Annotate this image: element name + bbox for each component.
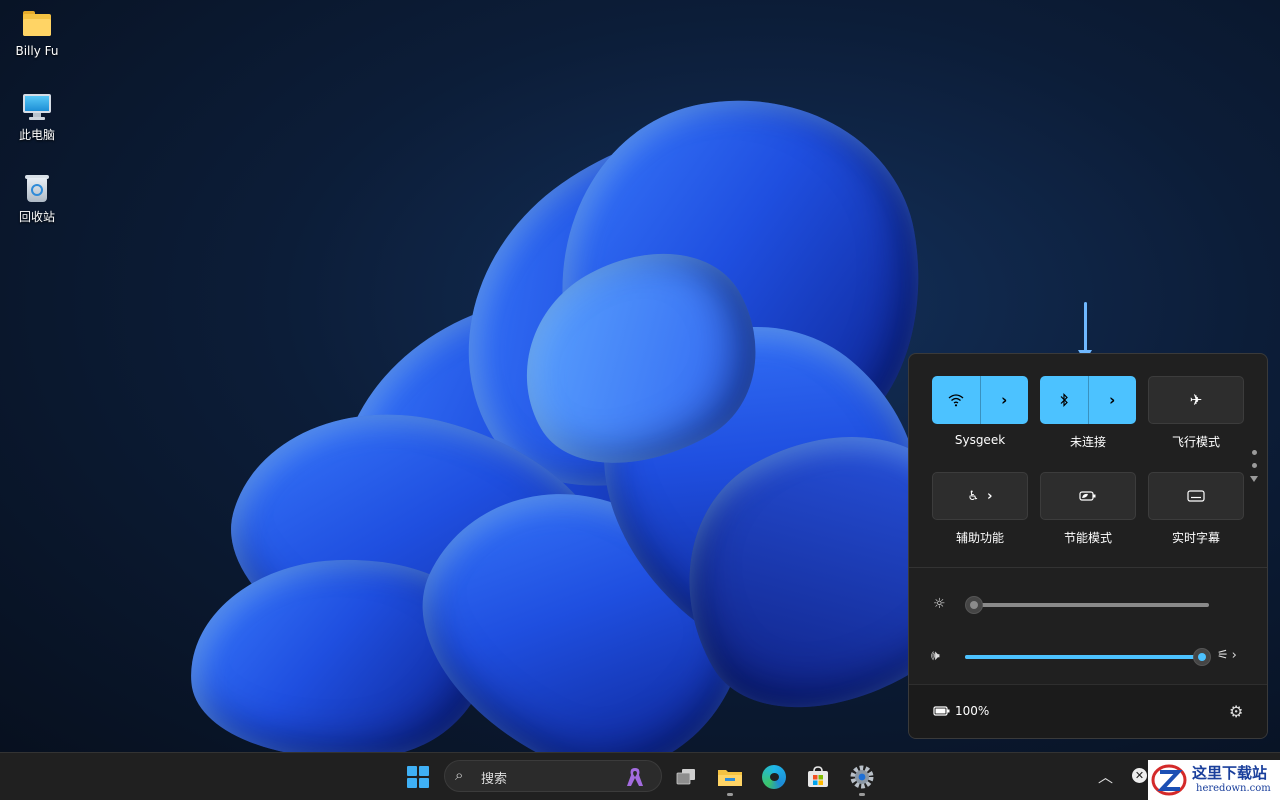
watermark-url: heredown.com <box>1196 783 1271 794</box>
file-explorer-running-indicator <box>727 793 733 796</box>
watermark-logo: 这里下载站 heredown.com <box>1148 760 1280 800</box>
volume-track-fill <box>965 655 1201 659</box>
taskbar-search[interactable]: ⌕ 搜索 <box>444 760 662 792</box>
page-dot[interactable] <box>1251 450 1257 455</box>
wifi-tile-label: Sysgeek <box>954 433 1006 447</box>
settings-running-indicator <box>859 793 865 796</box>
task-view-icon <box>676 769 695 785</box>
desktop-item-label: Billy Fu <box>15 44 59 58</box>
bluetooth-tile[interactable]: › <box>1040 376 1136 424</box>
brightness-slider-thumb[interactable] <box>965 596 983 614</box>
quick-settings-panel: › › ✈ Sysgeek 未连接 飞行模式 ♿ › 辅助功能 节能模式 实时字… <box>908 353 1268 739</box>
quick-settings-footer: 100% ⚙ <box>909 684 1267 738</box>
folder-icon <box>21 8 53 40</box>
task-view-button[interactable] <box>670 761 702 793</box>
brightness-track[interactable] <box>973 603 1209 607</box>
edge-button[interactable] <box>758 761 790 793</box>
settings-button[interactable] <box>846 761 878 793</box>
bluetooth-tile-label: 未连接 <box>1069 435 1106 449</box>
show-hidden-icons-chevron-icon[interactable]: ︿ <box>1098 766 1113 787</box>
page-down-icon[interactable] <box>1250 476 1258 482</box>
energy-saver-icon <box>1079 491 1096 501</box>
battery-status[interactable]: 100% <box>933 704 989 718</box>
search-icon: ⌕ <box>455 766 464 784</box>
page-dot[interactable] <box>1251 463 1257 468</box>
start-button[interactable] <box>402 761 434 793</box>
airplane-mode-tile[interactable]: ✈ <box>1148 376 1244 424</box>
file-explorer-button[interactable] <box>714 761 746 793</box>
desktop-item-recycle-bin[interactable]: 回收站 <box>8 172 66 225</box>
microsoft-store-button[interactable] <box>802 761 834 793</box>
close-circle-icon[interactable]: ✕ <box>1132 768 1147 783</box>
quick-settings-pager[interactable] <box>1248 450 1260 482</box>
battery-percent: 100% <box>955 704 990 718</box>
desktop-item-label: 回收站 <box>18 210 55 224</box>
live-captions-tile-label: 实时字幕 <box>1171 531 1220 545</box>
store-icon <box>808 766 828 787</box>
airplane-icon: ✈ <box>1189 391 1203 409</box>
wifi-tile[interactable]: › <box>932 376 1028 424</box>
search-placeholder: 搜索 <box>481 772 508 787</box>
bluetooth-expand-chevron-icon[interactable]: › <box>1088 376 1136 424</box>
accessibility-icon: ♿ <box>967 488 980 504</box>
accessibility-tile-label: 辅助功能 <box>955 531 1004 545</box>
annotation-arrow-shaft <box>1084 302 1087 352</box>
watermark-title: 这里下载站 <box>1192 764 1268 782</box>
gear-icon[interactable]: ⚙ <box>1229 702 1243 721</box>
bluetooth-icon[interactable] <box>1040 376 1088 424</box>
wifi-expand-chevron-icon[interactable]: › <box>980 376 1028 424</box>
energy-saver-tile-label: 节能模式 <box>1063 531 1112 545</box>
audio-output-chevron-icon: › <box>1231 648 1237 663</box>
watermark-emblem-icon <box>1151 764 1187 796</box>
wifi-icon[interactable] <box>932 376 980 424</box>
audio-output-button[interactable]: ⚟ › <box>1217 648 1237 663</box>
settings-gear-icon <box>850 765 874 789</box>
speaker-icon[interactable]: 🕪 <box>931 648 940 664</box>
computer-icon <box>21 90 53 122</box>
edge-icon <box>762 765 786 789</box>
energy-saver-tile[interactable] <box>1040 472 1136 520</box>
airplane-mode-tile-label: 飞行模式 <box>1171 435 1220 449</box>
file-explorer-icon <box>718 770 742 786</box>
panel-divider <box>909 567 1267 568</box>
desktop-item-this-pc[interactable]: 此电脑 <box>8 90 66 143</box>
recycle-bin-icon <box>21 172 53 204</box>
desktop-item-label: 此电脑 <box>18 128 55 142</box>
desktop-item-billy-fu[interactable]: Billy Fu <box>8 8 66 58</box>
brightness-icon: ☼ <box>933 596 946 612</box>
battery-charging-icon <box>933 706 950 716</box>
volume-slider-thumb[interactable] <box>1193 648 1211 666</box>
accessibility-expand-chevron-icon[interactable]: › <box>987 489 992 504</box>
live-captions-icon <box>1187 490 1205 502</box>
audio-mixer-icon: ⚟ <box>1217 648 1229 663</box>
accessibility-tile[interactable]: ♿ › <box>932 472 1028 520</box>
awareness-ribbon-icon <box>627 768 643 786</box>
live-captions-tile[interactable] <box>1148 472 1244 520</box>
windows-logo-icon <box>407 766 429 788</box>
